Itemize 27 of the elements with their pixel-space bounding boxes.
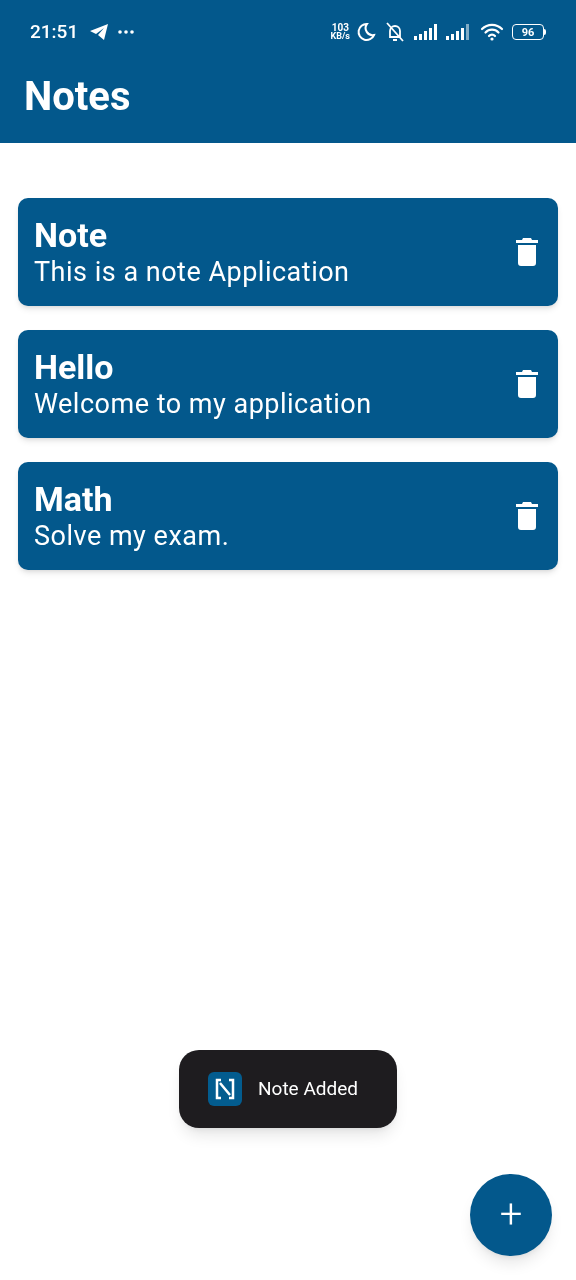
delete-icon[interactable] <box>516 238 538 266</box>
network-speed: 103 <box>331 23 349 32</box>
bell-muted-icon <box>384 21 406 43</box>
delete-icon[interactable] <box>516 370 538 398</box>
wifi-icon <box>480 23 504 41</box>
add-button[interactable]: + <box>470 1174 552 1256</box>
toast: Note Added <box>179 1050 397 1128</box>
signal-icon <box>446 24 472 40</box>
note-card[interactable]: Math Solve my exam. <box>18 462 558 570</box>
note-card[interactable]: Note This is a note Application <box>18 198 558 306</box>
note-text: Welcome to my application <box>34 387 373 421</box>
note-title: Hello <box>34 347 115 387</box>
paper-plane-icon <box>90 24 109 40</box>
delete-icon[interactable] <box>516 502 538 530</box>
more-icon <box>118 30 135 34</box>
note-card[interactable]: Hello Welcome to my application <box>18 330 558 438</box>
app-icon <box>208 1072 242 1106</box>
note-title: Math <box>34 479 114 519</box>
moon-icon <box>356 22 376 42</box>
signal-icon <box>414 24 440 40</box>
network-speed-unit: KB/s <box>330 32 350 41</box>
note-title: Note <box>34 215 109 255</box>
app-title: Notes <box>24 76 131 117</box>
note-text: Solve my exam. <box>34 519 231 553</box>
note-text: This is a note Application <box>34 255 351 289</box>
status-time: 21:51 <box>30 18 79 45</box>
battery-icon: 96 <box>512 24 546 40</box>
